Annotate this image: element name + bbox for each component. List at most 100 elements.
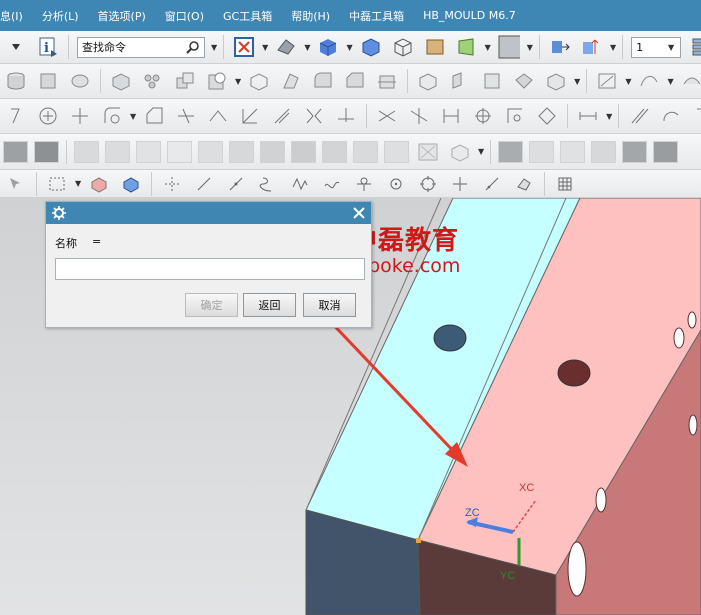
pattern-icon[interactable]: [142, 70, 164, 92]
fit-view-icon[interactable]: [233, 36, 255, 58]
dropdown-arrow-icon[interactable]: ▼: [211, 43, 217, 52]
snap-on-curve-icon[interactable]: [481, 173, 503, 195]
dropdown-arrow-icon[interactable]: ▼: [574, 77, 580, 86]
menu-info[interactable]: 息(I): [0, 8, 23, 24]
surface-icon[interactable]: [681, 70, 701, 92]
quick-trim-icon[interactable]: [175, 105, 197, 127]
layer-settings-icon[interactable]: [690, 36, 701, 58]
dropdown-arrow-icon[interactable]: ▼: [130, 112, 136, 121]
swatch-light-3[interactable]: [136, 140, 161, 163]
render-style-icon[interactable]: [275, 36, 297, 58]
extrude-icon[interactable]: [37, 70, 59, 92]
swatch-light-9[interactable]: [322, 140, 347, 163]
menu-zhonglei-toolbox[interactable]: 中磊工具箱: [349, 8, 404, 24]
dropdown-arrow-icon[interactable]: ▼: [75, 179, 81, 188]
swatch-gray-2[interactable]: [34, 140, 59, 163]
snap-icon[interactable]: [504, 105, 526, 127]
swatch-gray-1[interactable]: [3, 140, 28, 163]
section-view-icon[interactable]: [456, 36, 478, 58]
swatch-light-10[interactable]: [353, 140, 378, 163]
dropdown-arrow-icon[interactable]: ▼: [625, 77, 631, 86]
info-icon[interactable]: i: [37, 36, 59, 58]
unite-icon[interactable]: [174, 70, 196, 92]
sketch-icon[interactable]: [596, 70, 618, 92]
menu-gc-toolbox[interactable]: GC工具箱: [223, 8, 272, 24]
close-icon[interactable]: [353, 207, 365, 219]
replace-face-icon[interactable]: [449, 70, 471, 92]
snap-quadrant-icon[interactable]: [417, 173, 439, 195]
snap-line-icon[interactable]: [193, 173, 215, 195]
hide-icon[interactable]: [417, 141, 439, 163]
dropdown-arrow-icon[interactable]: ▼: [485, 43, 491, 52]
wireframe-cube-icon[interactable]: [392, 36, 414, 58]
cancel-button[interactable]: 取消: [303, 293, 356, 317]
quick-extend-icon[interactable]: [207, 105, 229, 127]
swatch-light-1[interactable]: [74, 140, 99, 163]
rectangle-select-icon[interactable]: [46, 173, 68, 195]
name-input[interactable]: [55, 258, 365, 280]
curve-icon[interactable]: [638, 70, 660, 92]
menu-window[interactable]: 窗口(O): [165, 8, 204, 24]
snap-curve-icon[interactable]: [257, 173, 279, 195]
dropdown-arrow-icon[interactable]: ▼: [346, 43, 352, 52]
swatch-light-12[interactable]: [529, 140, 555, 163]
dropdown-arrow-icon[interactable]: ▼: [606, 112, 612, 121]
dropdown-arrow-icon[interactable]: ▼: [610, 43, 616, 52]
dropdown-arrow-icon[interactable]: ▼: [667, 77, 673, 86]
move-object-icon[interactable]: [549, 36, 571, 58]
sync-modeling-icon[interactable]: [545, 70, 567, 92]
select-solid-icon[interactable]: [120, 173, 142, 195]
resize-face-icon[interactable]: [481, 70, 503, 92]
shell-icon[interactable]: [248, 70, 270, 92]
snap-point-icon[interactable]: [449, 173, 471, 195]
project-curve-icon[interactable]: [335, 105, 357, 127]
swatch-light-4[interactable]: [167, 140, 192, 163]
snap-midpoint-icon[interactable]: [225, 173, 247, 195]
dropdown-arrow-icon[interactable]: ▼: [262, 43, 268, 52]
swatch-light-14[interactable]: [591, 140, 617, 163]
cylinder-icon[interactable]: [5, 70, 27, 92]
block-icon[interactable]: [110, 70, 132, 92]
ok-button[interactable]: 确定: [185, 293, 238, 317]
menu-hb-mould[interactable]: HB_MOULD M6.7: [423, 9, 516, 22]
snap-endpoint-icon[interactable]: [161, 173, 183, 195]
dimension-icon[interactable]: [440, 105, 462, 127]
swatch-light-2[interactable]: [105, 140, 130, 163]
back-button[interactable]: 返回: [243, 293, 296, 317]
swatch-light-6[interactable]: [229, 140, 254, 163]
parallel-icon[interactable]: [628, 105, 650, 127]
select-body-icon[interactable]: [88, 173, 110, 195]
chamfer-curve-icon[interactable]: [143, 105, 165, 127]
arc-icon[interactable]: [660, 105, 682, 127]
auto-constrain-icon[interactable]: [472, 105, 494, 127]
dropdown-arrow-icon[interactable]: ▼: [527, 43, 533, 52]
dropdown-arrow-icon[interactable]: ▼: [235, 77, 241, 86]
show-icon[interactable]: [449, 141, 471, 163]
dialog-title-bar[interactable]: [46, 202, 371, 224]
search-icon[interactable]: [186, 40, 200, 54]
swatch-light-5[interactable]: [198, 140, 223, 163]
mirror-curve-icon[interactable]: [303, 105, 325, 127]
corner-icon[interactable]: [692, 105, 701, 127]
revolve-icon[interactable]: [69, 70, 91, 92]
menu-preferences[interactable]: 首选项(P): [98, 8, 146, 24]
subtract-icon[interactable]: [206, 70, 228, 92]
dropdown-arrow-icon[interactable]: ▼: [478, 147, 484, 156]
swatch-light-8[interactable]: [291, 140, 316, 163]
command-search-input[interactable]: 查找命令: [77, 36, 205, 58]
texture-icon[interactable]: [424, 36, 446, 58]
work-layer-select[interactable]: 1 ▼: [631, 36, 682, 58]
make-corner-icon[interactable]: [239, 105, 261, 127]
relations-icon[interactable]: [536, 105, 558, 127]
snap-wave-icon[interactable]: [289, 173, 311, 195]
wcs-orient-icon[interactable]: [581, 36, 603, 58]
delete-face-icon[interactable]: [513, 70, 535, 92]
constraint-icon[interactable]: [376, 105, 398, 127]
swatch-gray-3[interactable]: [498, 140, 524, 163]
dropdown-arrow-icon[interactable]: [5, 36, 27, 58]
profile-icon[interactable]: [5, 105, 27, 127]
shaded-cube-icon[interactable]: [317, 36, 339, 58]
offset-face-icon[interactable]: [417, 70, 439, 92]
dropdown-arrow-icon[interactable]: ▼: [304, 43, 310, 52]
draft-icon[interactable]: [280, 70, 302, 92]
